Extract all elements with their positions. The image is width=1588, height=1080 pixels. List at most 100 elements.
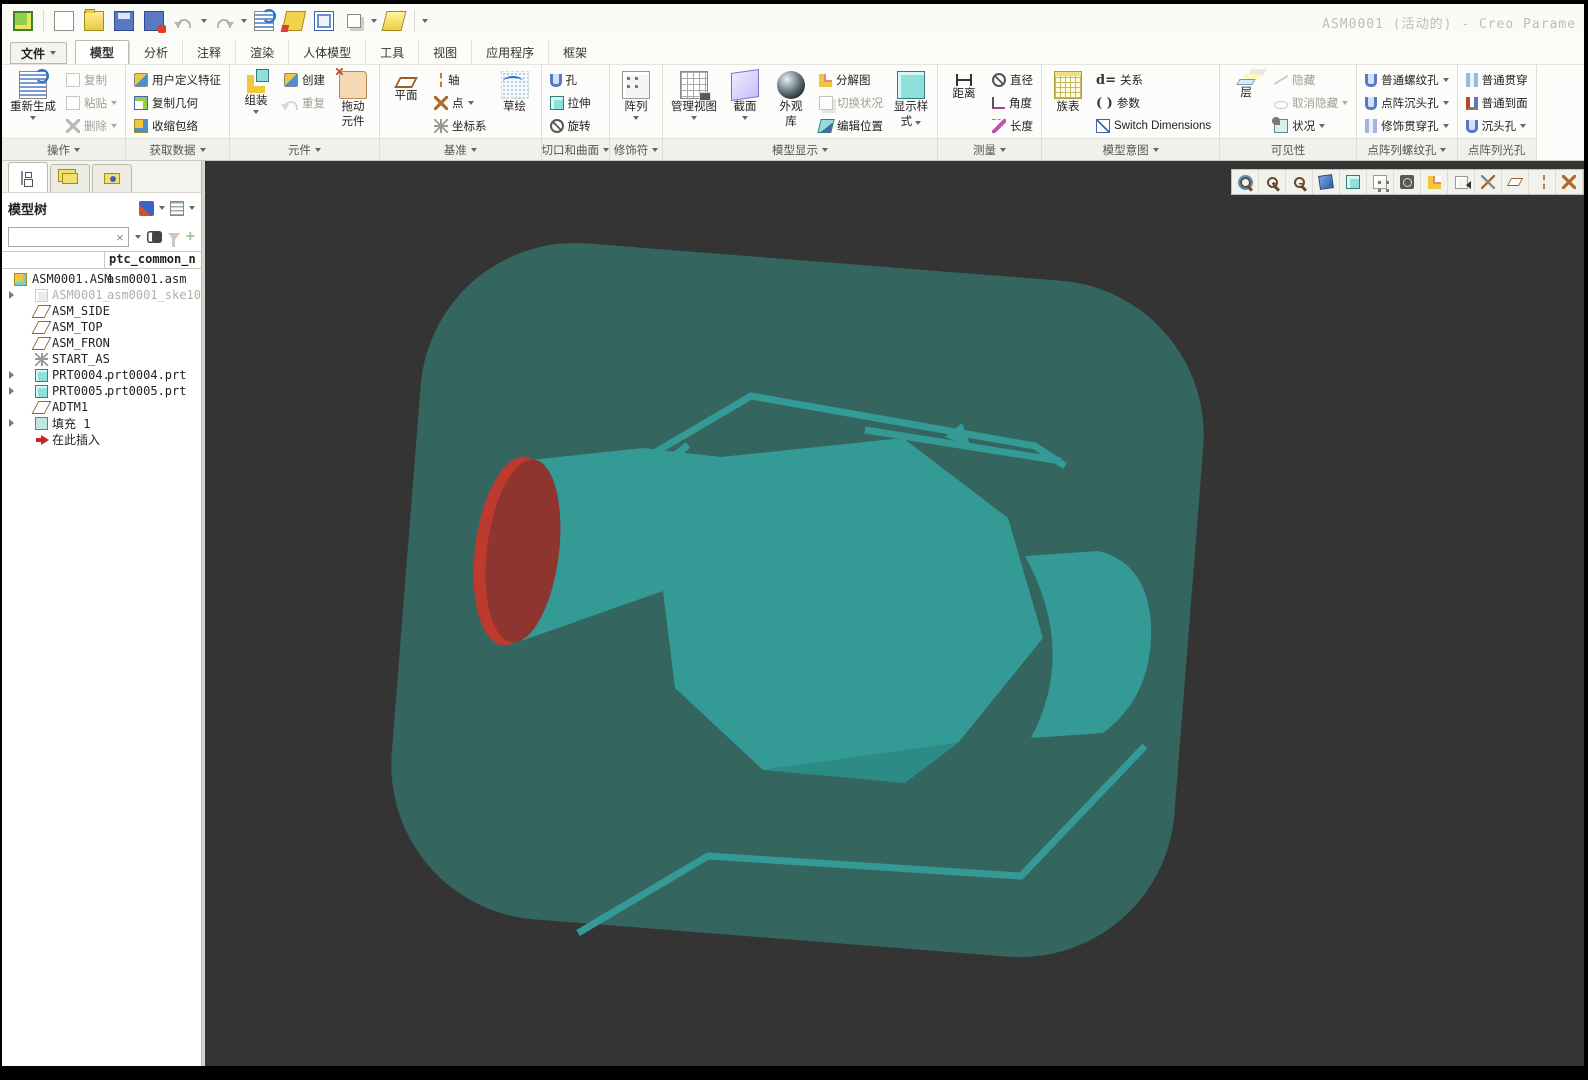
distance-button[interactable]: 距离 [942,68,986,104]
tab-view[interactable]: 视图 [418,40,471,64]
refit-button[interactable] [1232,170,1259,194]
tree-row-asm-front[interactable]: ASM_FRON [2,335,201,351]
erase-button[interactable] [281,8,307,34]
countersink-button[interactable]: 沉头孔 [1462,115,1532,137]
tree-row-prt0005[interactable]: PRT0005. prt0005.prt [2,383,201,399]
drag-components-button[interactable]: 拖动 元件 [331,68,375,132]
model-canvas[interactable] [205,161,1584,1066]
chevron-down-icon[interactable] [159,206,165,210]
datum-display-filters-button[interactable] [1475,170,1502,194]
expand-arrow[interactable] [9,387,14,395]
switch-dimensions-button[interactable]: Switch Dimensions [1092,115,1215,137]
tree-settings-icon[interactable] [139,201,154,216]
tree-row-asm0001[interactable]: ASM0001.ASM asm0001.asm [2,271,201,287]
tree-filters-icon[interactable] [170,201,184,216]
repaint-button[interactable] [1313,170,1340,194]
standard-thread-hole-button[interactable]: 普通螺纹孔 [1361,69,1453,91]
group-label-model-display[interactable]: 模型显示 [663,138,937,160]
tab-file[interactable]: 文件 [10,42,67,64]
tab-annotate[interactable]: 注释 [182,40,235,64]
saved-orientations-button[interactable] [1367,170,1394,194]
tree-row-start-csys[interactable]: START_AS [2,351,201,367]
graphics-area[interactable] [202,161,1584,1072]
tab-favorites[interactable] [92,164,132,192]
edit-position-button[interactable]: 编辑位置 [815,115,887,137]
drag-components-toolbar-button[interactable] [1448,170,1475,194]
windows-dropdown[interactable] [371,19,377,23]
relations-button[interactable]: d=关系 [1092,69,1215,91]
tab-model[interactable]: 模型 [75,40,129,64]
shrinkwrap-button[interactable]: 收缩包络 [130,115,225,137]
tree-column-header[interactable]: ptc_common_n [2,251,201,269]
tree-row-adtm1[interactable]: ADTM1 [2,399,201,415]
windows-button[interactable] [341,8,367,34]
group-label-model-intent[interactable]: 模型意图 [1042,138,1219,160]
zoom-in-button[interactable] [1259,170,1286,194]
hide-button[interactable]: 隐藏 [1270,69,1352,91]
add-filter-icon[interactable]: + [186,231,195,243]
copy-geometry-button[interactable]: 复制几何 [130,92,225,114]
tree-row-asm-side[interactable]: ASM_SIDE [2,303,201,319]
clear-search-button[interactable]: × [112,230,128,245]
group-label-component[interactable]: 元件 [230,138,379,160]
status-button[interactable]: 状况 [1270,115,1352,137]
group-label-thread-holes[interactable]: 点阵列螺纹孔 [1357,138,1457,160]
app-button[interactable] [10,8,36,34]
datum-axis-button[interactable]: 轴 [430,69,491,91]
plane-display-button[interactable] [1502,170,1529,194]
unhide-button[interactable]: 取消隐藏 [1270,92,1352,114]
group-label-operations[interactable]: 操作 [2,138,125,160]
model-player-button[interactable] [311,8,337,34]
sections-button[interactable]: 截面 [723,68,767,123]
tree-row-insert-here[interactable]: 在此插入 [2,431,201,447]
tab-analysis[interactable]: 分析 [129,40,182,64]
display-style-toolbar-button[interactable] [1340,170,1367,194]
hole-button[interactable]: 孔 [546,69,595,91]
repeat-button[interactable]: 重复 [280,92,329,114]
expand-arrow[interactable] [9,371,14,379]
expand-arrow[interactable] [9,291,14,299]
redo-dropdown[interactable] [241,19,247,23]
display-style-button[interactable]: 显示样 式 [889,68,933,132]
group-label-get-data[interactable]: 获取数据 [126,138,229,160]
chevron-down-icon[interactable] [189,206,195,210]
filter-icon[interactable] [168,233,180,241]
layers-button[interactable]: 层 [1224,68,1268,103]
tab-render[interactable]: 渲染 [235,40,288,64]
view-manager-button[interactable] [1394,170,1421,194]
exploded-view-button[interactable]: 分解图 [815,69,887,91]
datum-point-button[interactable]: 点 [430,92,491,114]
cosmetic-through-hole-button[interactable]: 修饰贯穿孔 [1361,115,1453,137]
angle-button[interactable]: 角度 [988,92,1037,114]
group-label-cut-surface[interactable]: 切口和曲面 [542,138,610,160]
find-icon[interactable] [147,231,162,243]
tree-search-input[interactable] [9,229,112,245]
group-label-visibility[interactable]: 可见性 [1220,138,1356,160]
point-display-button[interactable] [1556,170,1583,194]
customize-toolbar-dropdown[interactable] [422,19,428,23]
switch-state-button[interactable]: 切换状况 [815,92,887,114]
family-table-button[interactable]: 族表 [1046,68,1090,117]
undo-button[interactable] [171,8,197,34]
regenerate-button[interactable]: 重新生成 [6,68,60,123]
tab-tools[interactable]: 工具 [365,40,418,64]
open-file-button[interactable] [81,8,107,34]
appearance-gallery-button[interactable]: 外观 库 [769,68,813,132]
save-button[interactable] [111,8,137,34]
group-label-datum[interactable]: 基准 [380,138,541,160]
save-status-button[interactable] [141,8,167,34]
extrude-button[interactable]: 拉伸 [546,92,595,114]
undo-dropdown[interactable] [201,19,207,23]
to-surface-button[interactable]: 普通到面 [1462,92,1532,114]
through-all-button[interactable]: 普通贯穿 [1462,69,1532,91]
search-options-dropdown[interactable] [135,235,141,239]
tab-framework[interactable]: 框架 [548,40,601,64]
axis-display-button[interactable] [1529,170,1556,194]
regenerate-qat-button[interactable] [251,8,277,34]
new-file-button[interactable] [51,8,77,34]
revolve-button[interactable]: 旋转 [546,115,595,137]
length-button[interactable]: 长度 [988,115,1037,137]
tab-manikin[interactable]: 人体模型 [288,40,365,64]
expand-arrow[interactable] [9,419,14,427]
tab-applications[interactable]: 应用程序 [471,40,548,64]
